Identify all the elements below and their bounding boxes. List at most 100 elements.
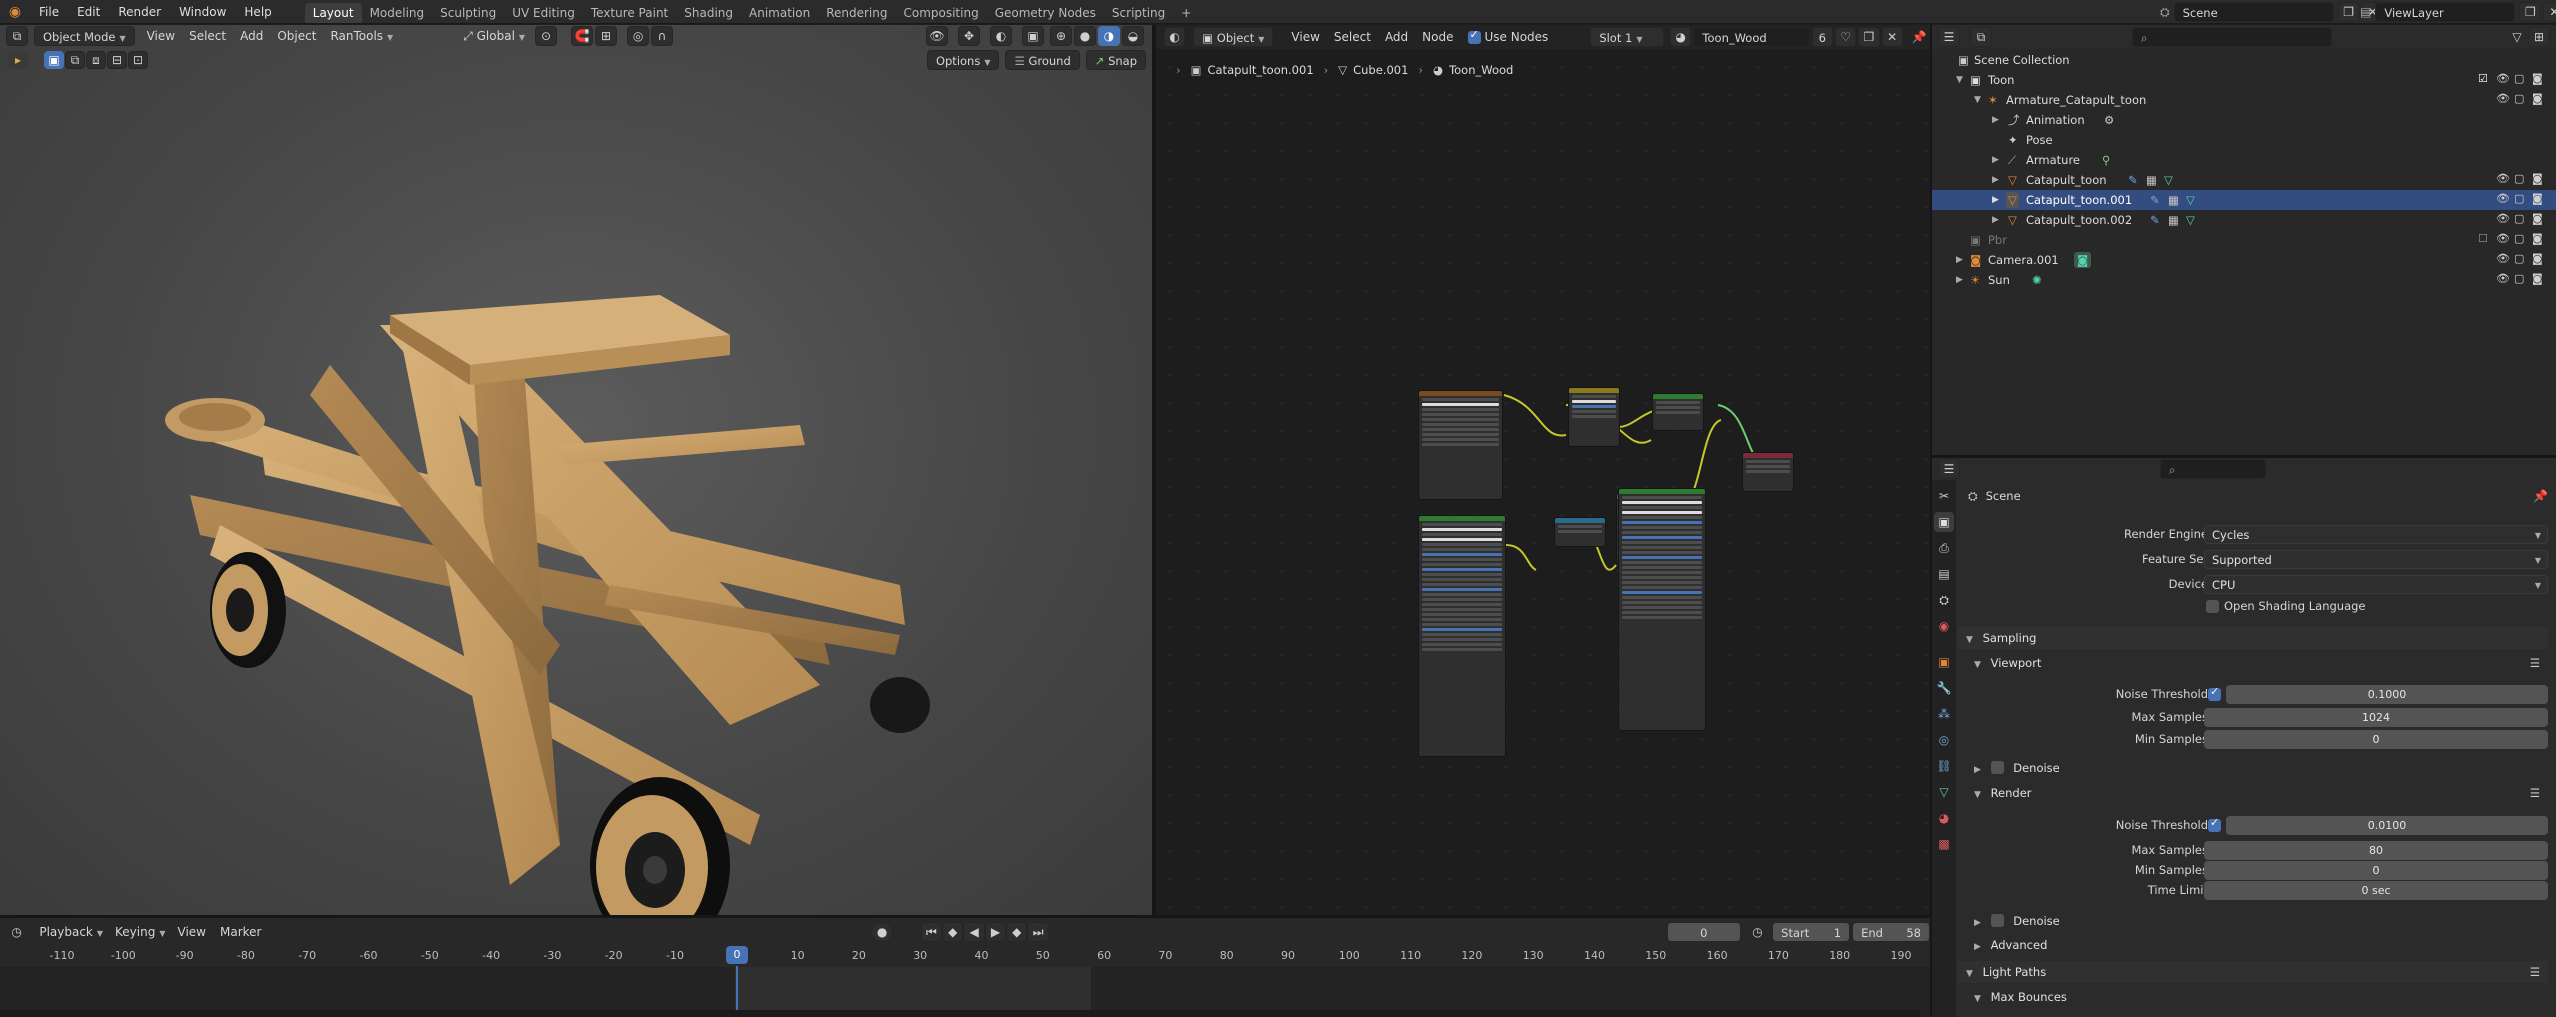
- principled-bsdf-node-right[interactable]: [1618, 488, 1706, 731]
- chevron-right-icon[interactable]: ▶: [1992, 150, 1999, 170]
- pin-icon[interactable]: 📌: [2533, 489, 2548, 503]
- chevron-right-icon[interactable]: ▶: [1992, 110, 1999, 130]
- jump-start-icon[interactable]: ⏮: [920, 922, 943, 942]
- tool-tab-icon[interactable]: ✂: [1934, 486, 1954, 506]
- mix-node[interactable]: [1568, 387, 1620, 447]
- camera-toggle-icon[interactable]: ▢: [2514, 272, 2524, 285]
- list-menu-icon[interactable]: ☰: [2530, 782, 2540, 804]
- render-toggle-icon[interactable]: ◙: [2532, 212, 2543, 225]
- outliner[interactable]: ☰ ⧉ ⌕ ▽ ⊞ ▣ Scene Collection ▼ ▣ Toon ▼ …: [1932, 25, 2556, 455]
- node-menu-select[interactable]: Select: [1334, 30, 1371, 44]
- chevron-right-icon[interactable]: ▶: [1956, 270, 1963, 290]
- material-users-count[interactable]: 6: [1811, 27, 1833, 47]
- camera-toggle-icon[interactable]: ▢: [2514, 192, 2524, 205]
- select-new-icon[interactable]: ▣: [44, 51, 64, 69]
- solid-shading-icon[interactable]: ●: [1074, 26, 1096, 46]
- wireframe-shading-icon[interactable]: ⊕: [1050, 26, 1072, 46]
- filter-icon[interactable]: ▽: [2506, 27, 2528, 47]
- 3d-viewport[interactable]: [0, 25, 1152, 915]
- outliner-search-input[interactable]: ⌕: [2132, 27, 2332, 47]
- jump-end-icon[interactable]: ⏭: [1027, 922, 1049, 942]
- feature-set-dropdown[interactable]: Supported ▼: [2204, 550, 2548, 569]
- gizmo-icon[interactable]: ✥: [958, 26, 980, 46]
- tab-shading[interactable]: Shading: [676, 3, 741, 23]
- visibility-icon[interactable]: 👁: [926, 26, 948, 46]
- camera-toggle-icon[interactable]: ▢: [2514, 72, 2524, 85]
- render-denoise-checkbox[interactable]: [1990, 914, 2004, 927]
- render-noise-threshold-checkbox[interactable]: [2208, 816, 2221, 832]
- outliner-row-scene-collection[interactable]: ▣ Scene Collection: [1932, 50, 2556, 70]
- menu-help[interactable]: Help: [235, 0, 280, 24]
- image-texture-node[interactable]: [1418, 390, 1503, 500]
- eye-icon[interactable]: 👁: [2496, 72, 2510, 85]
- snap-toggle-icon[interactable]: 🧲: [571, 26, 594, 46]
- timeline-view-menu[interactable]: View: [178, 925, 206, 939]
- advanced-subpanel[interactable]: ▶ Advanced: [1966, 934, 2548, 956]
- shader-type-dropdown[interactable]: ▣ Object ▼: [1193, 27, 1274, 47]
- orientation-dropdown[interactable]: ⤢ Global ▼: [463, 29, 525, 44]
- light-paths-panel-header[interactable]: ▼ Light Paths ☰: [1958, 961, 2548, 983]
- outliner-row[interactable]: ▶ ⟋ Armature ⚲: [1932, 150, 2556, 170]
- max-bounces-subpanel[interactable]: ▼ Max Bounces: [1966, 986, 2548, 1008]
- chevron-right-icon[interactable]: ▶: [1956, 250, 1963, 270]
- eye-icon[interactable]: 👁: [2496, 232, 2510, 245]
- snap-target-icon[interactable]: ⊞: [595, 26, 618, 46]
- viewport-min-samples-field[interactable]: 0: [2204, 730, 2548, 749]
- editor-type-icon[interactable]: ☰: [1938, 27, 1960, 47]
- eye-icon[interactable]: 👁: [2496, 172, 2510, 185]
- editor-type-icon[interactable]: ◷: [6, 922, 27, 942]
- outliner-row[interactable]: ▣ Pbr: [1932, 230, 2556, 250]
- select-tool-icon[interactable]: ▸: [8, 51, 28, 69]
- properties-search-input[interactable]: ⌕: [2160, 459, 2266, 479]
- chevron-down-icon[interactable]: ▼: [1974, 90, 1981, 110]
- material-shading-icon[interactable]: ◑: [1098, 26, 1120, 46]
- render-engine-dropdown[interactable]: Cycles ▼: [2204, 525, 2548, 544]
- world-tab-icon[interactable]: ◉: [1934, 616, 1954, 636]
- mode-dropdown[interactable]: Object Mode ▼: [34, 26, 135, 46]
- node-menu-view[interactable]: View: [1291, 30, 1319, 44]
- eye-icon[interactable]: 👁: [2496, 92, 2510, 105]
- new-scene-icon[interactable]: ❐: [2337, 2, 2360, 22]
- render-toggle-icon[interactable]: ◙: [2532, 272, 2543, 285]
- exclude-checkbox-icon[interactable]: ☐: [2478, 232, 2488, 245]
- tab-rendering[interactable]: Rendering: [818, 3, 895, 23]
- render-toggle-icon[interactable]: ◙: [2532, 252, 2543, 265]
- display-mode-icon[interactable]: ⧉: [1970, 27, 1992, 47]
- use-nodes-toggle[interactable]: Use Nodes: [1467, 28, 1548, 44]
- viewport-menu-add[interactable]: Add: [240, 29, 263, 43]
- camera-toggle-icon[interactable]: ▢: [2514, 92, 2524, 105]
- end-frame-field[interactable]: End 58: [1852, 922, 1930, 942]
- render-toggle-icon[interactable]: ◙: [2532, 72, 2543, 85]
- menu-file[interactable]: File: [30, 0, 68, 24]
- outliner-row[interactable]: ▶ ▽ Catapult_toon.002 ✎ ▦ ▽: [1932, 210, 2556, 230]
- scene-selector[interactable]: ⛭ Scene ❐ ✕: [2160, 2, 2384, 22]
- texture-tab-icon[interactable]: ▩: [1934, 834, 1954, 854]
- chevron-right-icon[interactable]: ▶: [1992, 170, 1999, 190]
- list-menu-icon[interactable]: ☰: [2530, 961, 2540, 983]
- tab-layout[interactable]: Layout: [304, 2, 362, 23]
- viewport-denoise-subpanel[interactable]: ▶ Denoise: [1966, 757, 2548, 779]
- view-layer-selector[interactable]: ▤ ViewLayer ❐ ✕: [2360, 2, 2556, 22]
- viewport-menu-rantools[interactable]: RanTools ▼: [330, 29, 393, 43]
- keying-menu[interactable]: Keying ▼: [115, 925, 165, 939]
- render-min-samples-field[interactable]: 0: [2204, 861, 2548, 880]
- render-max-samples-field[interactable]: 80: [2204, 841, 2548, 860]
- xray-icon[interactable]: ▣: [1022, 26, 1044, 46]
- tab-modeling[interactable]: Modeling: [362, 3, 433, 23]
- current-frame-field[interactable]: 0: [1666, 922, 1741, 942]
- render-denoise-subpanel[interactable]: ▶ Denoise: [1966, 910, 2548, 932]
- delete-view-layer-icon[interactable]: ✕: [2543, 2, 2556, 22]
- time-limit-field[interactable]: 0 sec: [2204, 881, 2548, 900]
- output-tab-icon[interactable]: ⎙: [1934, 538, 1954, 558]
- duplicate-material-icon[interactable]: ❐: [1858, 27, 1880, 47]
- blender-logo-icon[interactable]: ◉: [0, 4, 30, 20]
- camera-toggle-icon[interactable]: ▢: [2514, 232, 2524, 245]
- playback-menu[interactable]: Playback ▼: [39, 925, 103, 939]
- tab-geometry-nodes[interactable]: Geometry Nodes: [987, 3, 1104, 23]
- tab-texture-paint[interactable]: Texture Paint: [583, 3, 676, 23]
- osl-checkbox[interactable]: [2206, 600, 2219, 613]
- tab-uv-editing[interactable]: UV Editing: [504, 3, 583, 23]
- new-collection-icon[interactable]: ⊞: [2528, 27, 2550, 47]
- viewport-max-samples-field[interactable]: 1024: [2204, 708, 2548, 727]
- playhead-frame-label[interactable]: 0: [726, 946, 748, 964]
